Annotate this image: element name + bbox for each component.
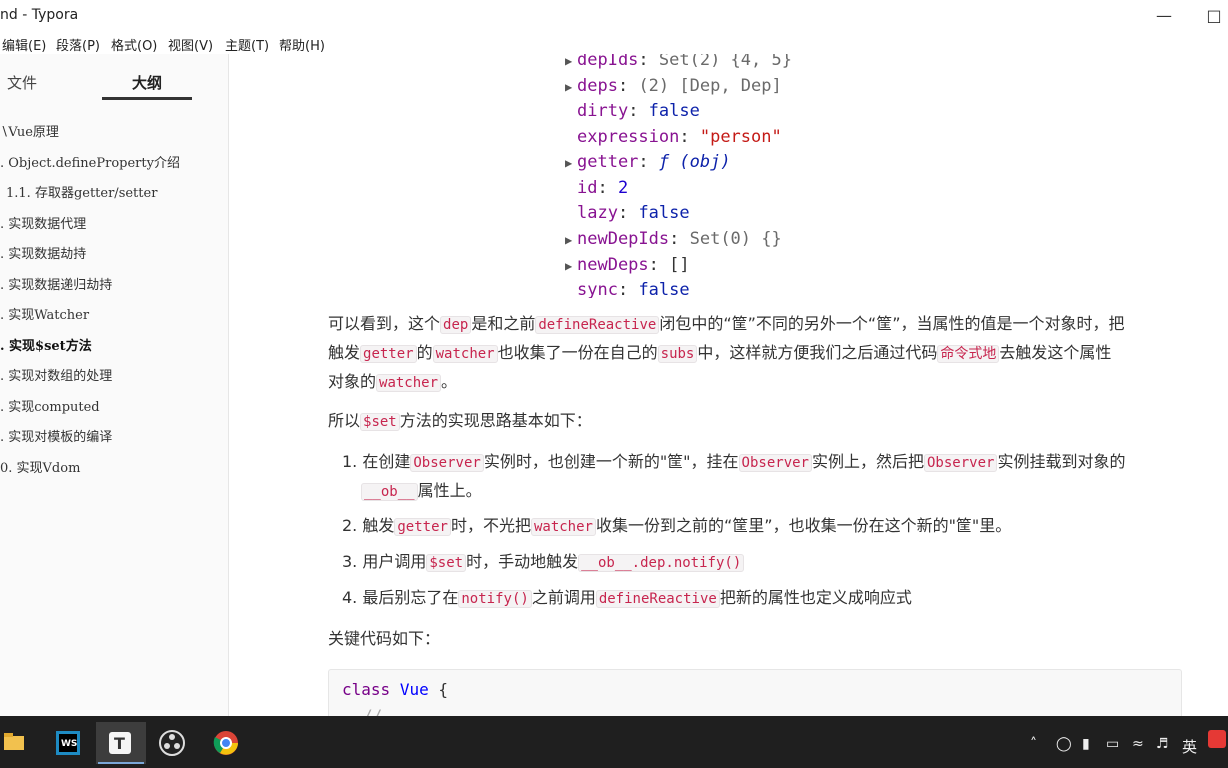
svg-text:T: T [114,734,125,753]
inline-code: watcher [432,345,498,363]
menu-help[interactable]: 帮助(H) [279,35,325,54]
inline-code: __ob__.dep.notify() [578,554,745,572]
minimize-button[interactable]: — [1152,4,1176,28]
outline-item[interactable]: . 实现Watcher [0,304,89,323]
expand-triangle-icon: ▶ [565,80,573,94]
inline-code: notify() [458,590,532,608]
outline-item-active[interactable]: . 实现$set方法 [0,335,92,354]
volume-icon[interactable]: ♬ [1156,736,1169,752]
inline-code: defineReactive [595,590,720,608]
list-item: 1. 在创建 Observer 实例时，也创建一个新的"筐"，挂在 Observer 实… [342,452,1126,501]
expand-triangle-icon: ▶ [565,156,573,170]
tab-files[interactable]: 文件 [7,72,37,93]
expand-triangle-icon: ▶ [565,54,573,68]
outline-item[interactable]: . 实现数据递归劫持 [0,274,112,293]
menu-bar: 编辑(E) 段落(P) 格式(O) 视图(V) 主题(T) 帮助(H) [0,32,1228,54]
inline-code: getter [394,518,451,536]
code-block[interactable]: class Vue { //... [328,669,1182,716]
inline-code: Observer [410,454,484,472]
webstorm-taskbar-button[interactable]: WS [46,722,90,764]
inline-code: 命令式地 [937,345,1000,363]
tab-outline[interactable]: 大纲 [132,72,162,93]
inline-code: watcher [376,374,442,392]
title-bar: nd - Typora — □ [0,0,1228,32]
object-property-row: ▶ newDepIds: Set(0) {} [565,229,782,249]
inline-code: getter [360,345,417,363]
paragraph: 所以 $set 方法的实现思路基本如下： [328,411,592,431]
file-explorer-taskbar-button[interactable] [0,722,44,764]
chrome-taskbar-button[interactable] [204,722,248,764]
outline-item[interactable]: . 实现对模板的编译 [0,426,112,445]
taskbar: WS T ˄ ◯ ▮ ▭ ≈ ♬ 英 [0,716,1228,768]
maximize-button[interactable]: □ [1202,4,1226,28]
paragraph: 关键代码如下： [328,629,441,648]
paragraph: 可以看到，这个 dep 是和之前 defineReactive 闭包中的“筐”不同的另外… [328,314,1125,392]
inline-code: subs [657,345,698,363]
outline-item[interactable]: . Object.defineProperty介绍 [0,152,180,171]
inline-code: Observer [924,454,998,472]
outline-item[interactable]: ∖Vue原理 [0,121,59,140]
window-title: nd - Typora [0,7,79,23]
microphone-icon[interactable]: ▮ [1082,736,1090,752]
inline-code: defineReactive [535,316,660,334]
outline-item[interactable]: . 实现对数组的处理 [0,365,112,384]
menu-edit[interactable]: 编辑(E) [2,35,46,54]
svg-text:WS: WS [61,739,77,749]
menu-theme[interactable]: 主题(T) [225,35,269,54]
outline-item[interactable]: 1.1. 存取器getter/setter [6,182,157,201]
object-property-row: ▶ depIds: Set(2) {4, 5} [565,54,792,70]
expand-triangle-icon: ▶ [565,233,573,247]
object-property-row: dirty: false [577,101,700,121]
menu-format[interactable]: 格式(O) [111,35,157,54]
object-property-row: sync: false [577,280,690,298]
outline-item[interactable]: . 实现computed [0,396,100,415]
list-item: 3. 用户调用 $set 时，手动地触发 __ob__.dep.notify() [342,548,745,577]
object-property-row: ▶ getter: ƒ (obj) [565,152,731,172]
editor-area[interactable]: ▶ depIds: Set(2) {4, 5} ▶ deps: (2) [Dep, … [229,54,1228,716]
inline-code: $set [426,554,467,572]
outline-item[interactable]: 0. 实现Vdom [0,457,80,476]
inline-code: __ob__ [361,483,418,501]
sidebar: 文件 大纲 ∖Vue原理 . Object.defineProperty介绍 1… [0,54,229,716]
list-item: 2. 触发 getter 时，不光把 watcher 收集一份到之前的“筐里”，也收集一… [342,516,1012,536]
inline-code: watcher [530,518,596,536]
sogou-ime-icon[interactable] [1208,730,1226,748]
typora-taskbar-button[interactable]: T [96,722,146,764]
code-line: class Vue { [342,680,448,699]
active-tab-indicator [102,97,192,100]
inline-code: Observer [738,454,812,472]
inline-code: dep [440,316,472,334]
wifi-icon[interactable]: ≈ [1132,736,1144,752]
outline-item[interactable]: . 实现数据代理 [0,213,86,232]
object-property-row: lazy: false [577,203,690,223]
object-property-row: expression: "person" [577,127,782,147]
inline-code: $set [360,413,400,431]
outline-item[interactable]: . 实现数据劫持 [0,243,86,262]
code-comment: //... [363,706,412,716]
obs-tray-icon[interactable]: ◯ [1056,736,1072,752]
object-property-row: ▶ newDeps: [] [565,255,690,275]
list-item: 4. 最后别忘了在 notify() 之前调用 defineReactive 把新的属性… [342,588,912,608]
obs-taskbar-button[interactable] [150,722,194,764]
expand-triangle-icon: ▶ [565,259,573,273]
object-property-row: id: 2 [577,178,629,198]
menu-paragraph[interactable]: 段落(P) [56,35,100,54]
menu-view[interactable]: 视图(V) [168,35,213,54]
ime-indicator[interactable]: 英 [1182,736,1197,757]
chevron-up-icon[interactable]: ˄ [1030,736,1037,752]
battery-icon[interactable]: ▭ [1106,736,1119,752]
object-property-row: ▶ deps: (2) [Dep, Dep] [565,76,782,96]
